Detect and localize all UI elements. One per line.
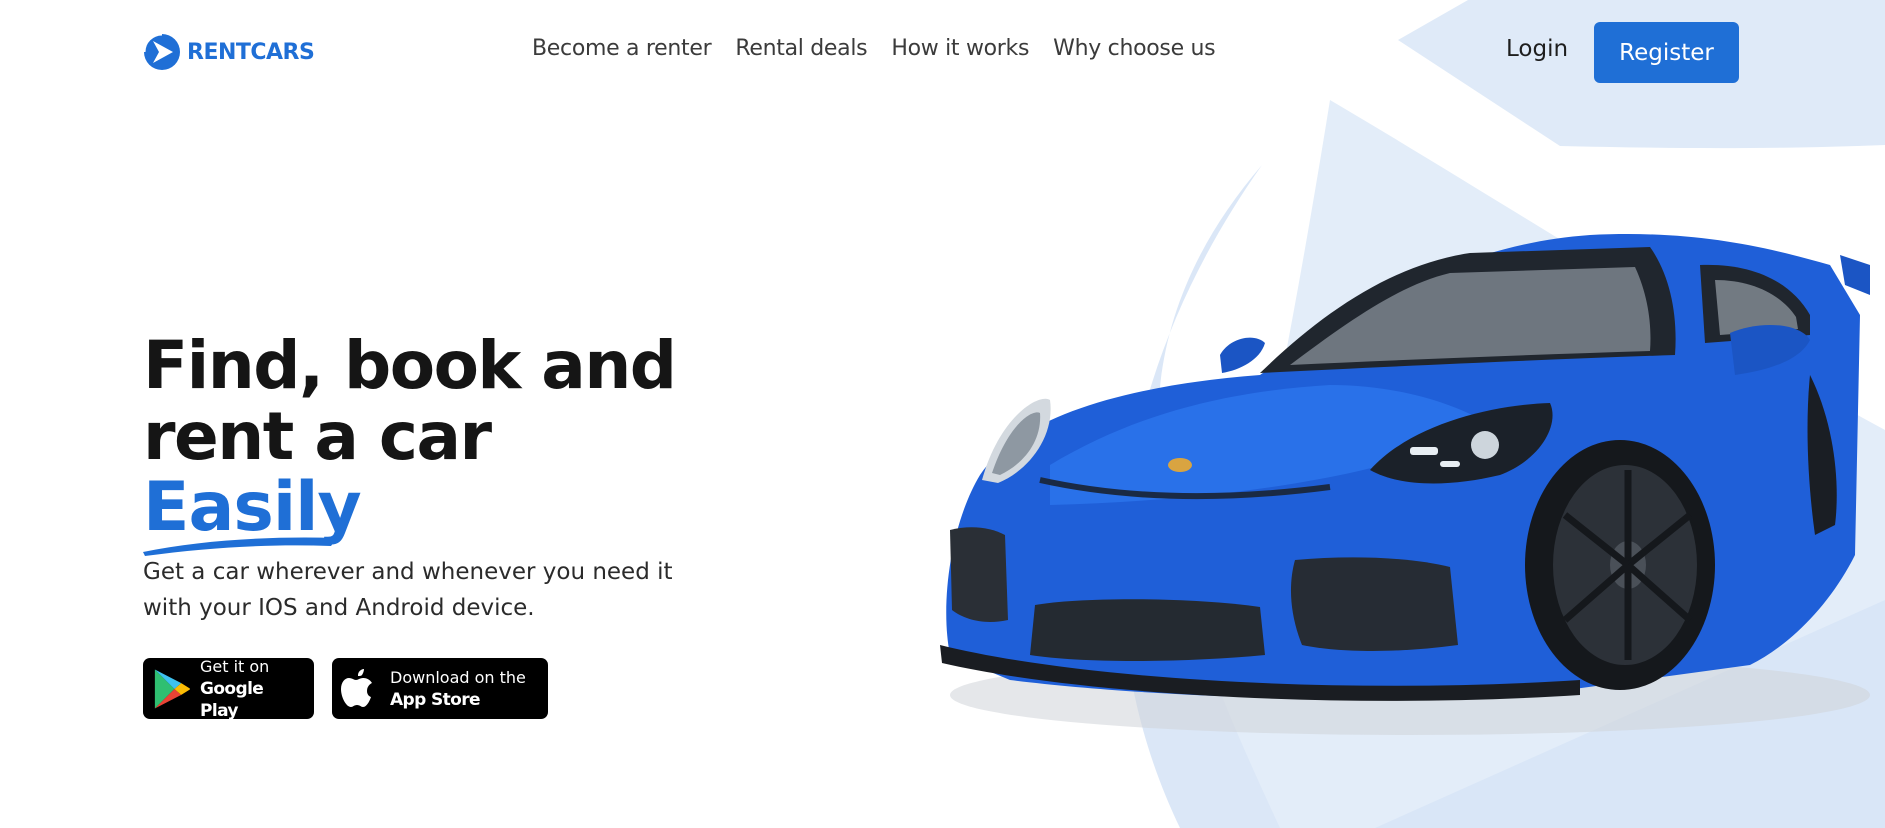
play-arrow-logo-icon [143,32,180,70]
hero-title-line-1: Find, book and [143,327,677,404]
google-play-small-text: Get it on [199,656,270,676]
sports-car-image [940,234,1870,735]
hero-subtitle-line-2: with your IOS and Android device. [143,595,535,621]
google-play-button[interactable]: Get it on Google Play [143,656,314,722]
nav-rental-deals[interactable]: Rental deals [735,36,867,61]
app-store-big-text: App Store [390,689,481,710]
accent-underline-icon [143,537,337,556]
nav-why-choose-us[interactable]: Why choose us [1053,36,1215,61]
brand-name: RENTCARS [187,39,315,65]
hero-subtitle-line-1: Get a car wherever and whenever you need… [143,559,673,585]
hero-title: Find, book and rent a car Easily [143,327,783,556]
login-link[interactable]: Login [1506,36,1568,62]
app-store-label: Download on the App Store [390,667,526,711]
hero-title-accent: Easily [143,472,362,556]
app-store-button[interactable]: Download on the App Store [332,658,548,719]
google-play-icon [154,668,191,709]
nav-become-a-renter[interactable]: Become a renter [532,36,712,61]
brand-logo[interactable]: RENTCARS [143,32,315,72]
landing-page: RENTCARS Become a renter Rental deals Ho… [0,0,1885,828]
register-button[interactable]: Register [1594,22,1739,83]
app-store-small-text: Download on the [390,667,526,687]
main-nav: Become a renter Rental deals How it work… [532,36,1216,61]
top-navigation-bar: RENTCARS Become a renter Rental deals Ho… [0,0,1885,104]
google-play-label: Get it on Google Play [200,656,304,722]
google-play-big-text: Google Play [199,678,264,721]
app-store-buttons: Get it on Google Play Download on the Ap… [143,656,548,722]
apple-icon [341,668,372,707]
hero-subtitle: Get a car wherever and whenever you need… [143,554,743,626]
nav-how-it-works[interactable]: How it works [891,36,1029,61]
hero-section: Find, book and rent a car Easily Get a c… [143,330,783,626]
hero-title-line-2: rent a car [143,398,492,475]
